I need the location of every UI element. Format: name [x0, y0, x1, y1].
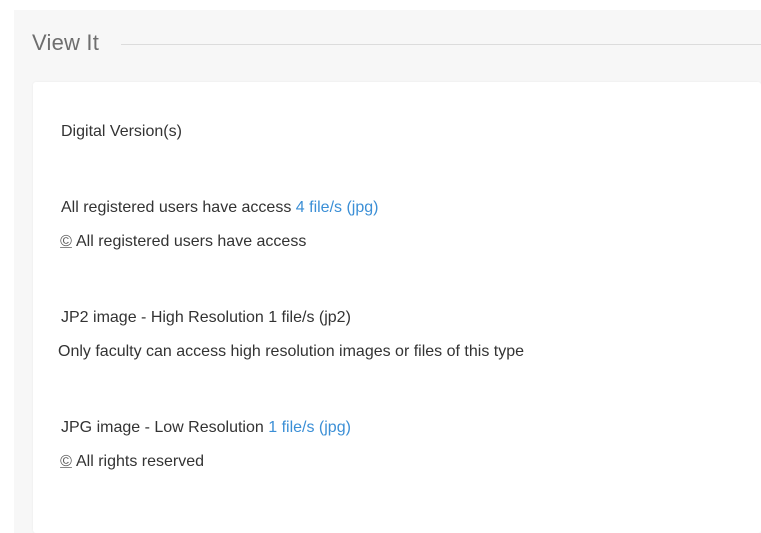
- access-line-2: JP2 image - High Resolution 1 file/s (jp…: [61, 308, 351, 328]
- access-line-1: All registered users have access 4 file/…: [61, 198, 378, 218]
- restriction-line: Only faculty can access high resolution …: [58, 342, 524, 362]
- section-divider: [121, 43, 761, 45]
- access-text: All registered users have access: [61, 199, 292, 216]
- file-link-jpg-4[interactable]: 4 file/s (jpg): [296, 199, 379, 216]
- rights-text: All rights reserved: [76, 453, 205, 470]
- digital-versions-card: Digital Version(s) All registered users …: [33, 82, 761, 533]
- access-text: JP2 image - High Resolution 1 file/s (jp…: [61, 309, 351, 326]
- access-text: JPG image - Low Resolution: [61, 419, 264, 436]
- copyright-icon: ©: [60, 453, 72, 470]
- restriction-text: Only faculty can access high resolution …: [58, 343, 524, 360]
- rights-line-3: © All rights reserved: [59, 452, 204, 472]
- access-line-3: JPG image - Low Resolution 1 file/s (jpg…: [61, 418, 351, 438]
- copyright-icon: ©: [60, 233, 72, 250]
- view-it-panel: View It Digital Version(s) All registere…: [14, 10, 761, 533]
- rights-line-1: © All registered users have access: [59, 232, 306, 252]
- section-header: View It: [32, 20, 761, 66]
- section-title: View It: [32, 30, 100, 55]
- file-link-jpg-1[interactable]: 1 file/s (jpg): [268, 419, 351, 436]
- digital-versions-heading: Digital Version(s): [61, 123, 182, 140]
- rights-text: All registered users have access: [76, 233, 307, 250]
